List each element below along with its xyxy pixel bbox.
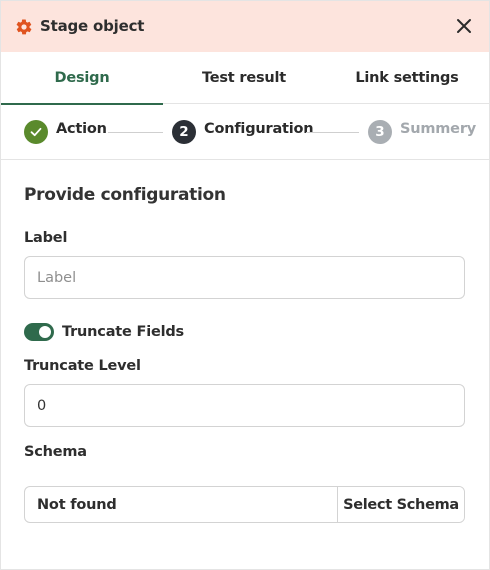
gear-icon: [16, 19, 32, 35]
tab-design[interactable]: Design: [1, 52, 163, 105]
truncate-level-label: Truncate Level: [24, 358, 141, 374]
tab-link-settings[interactable]: Link settings: [325, 52, 489, 104]
step-upcoming-marker: 3: [368, 120, 392, 144]
section-title: Provide configuration: [24, 185, 226, 205]
toggle-knob: [39, 326, 51, 338]
tab-bar: Design Test result Link settings: [1, 52, 489, 105]
panel-title: Stage object: [40, 17, 145, 35]
select-schema-button[interactable]: Select Schema: [337, 487, 464, 522]
schema-selector: Not found Select Schema: [24, 486, 465, 523]
step-completed-marker: [24, 120, 48, 144]
truncate-fields-toggle[interactable]: [24, 323, 54, 341]
tab-test-result[interactable]: Test result: [163, 52, 325, 104]
truncate-fields-label: Truncate Fields: [62, 324, 184, 340]
schema-label: Schema: [24, 444, 87, 460]
label-field-label: Label: [24, 230, 68, 246]
step-current-marker: 2: [172, 120, 196, 144]
panel-header: Stage object: [1, 1, 489, 52]
step-label-action: Action: [56, 121, 107, 137]
step-connector: [306, 132, 359, 133]
close-icon[interactable]: [455, 17, 473, 35]
stage-object-panel: Stage object Design Test result Link set…: [0, 0, 490, 570]
check-icon: [30, 127, 42, 137]
label-input[interactable]: [24, 256, 465, 299]
step-label-configuration: Configuration: [204, 121, 314, 137]
progress-stepper: Action 2 Configuration 3 Summery: [1, 104, 489, 160]
step-connector: [108, 132, 163, 133]
truncate-level-input[interactable]: [24, 384, 465, 427]
schema-value: Not found: [37, 496, 117, 513]
step-label-summery: Summery: [400, 121, 477, 137]
